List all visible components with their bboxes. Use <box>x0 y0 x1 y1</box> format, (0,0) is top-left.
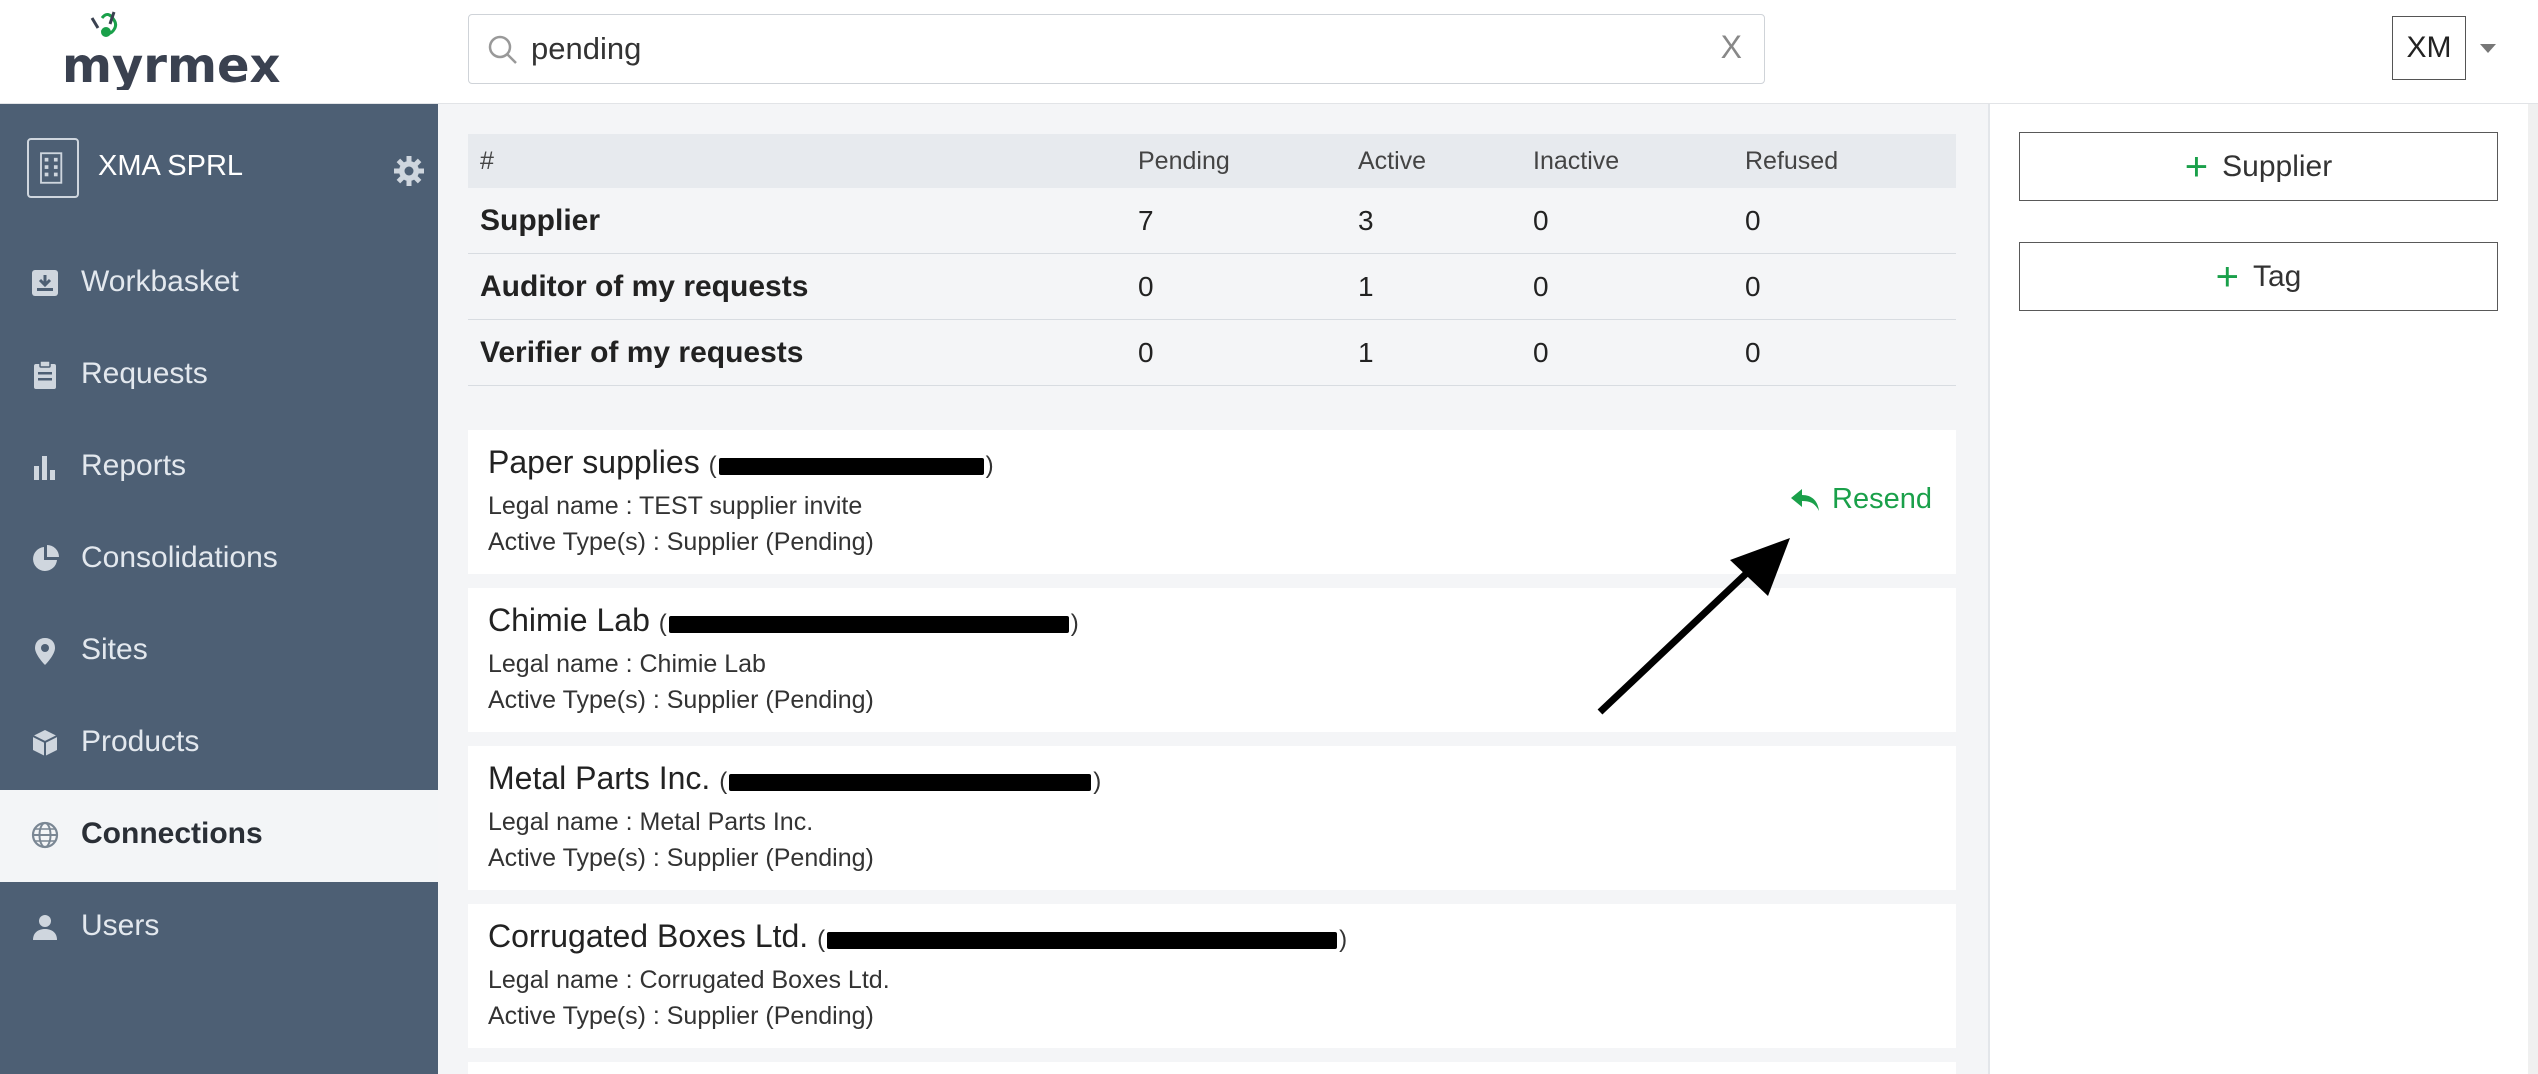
connection-active-types: Active Type(s) : Supplier (Pending) <box>488 1002 874 1030</box>
column-header: Inactive <box>1533 134 1745 188</box>
connection-card[interactable]: Corrugated Boxes Ltd. () Legal name : Co… <box>468 904 1956 1048</box>
connection-card[interactable]: Metal Parts Inc. () Legal name : Metal P… <box>468 746 1956 890</box>
plus-icon: + <box>2215 254 2239 299</box>
building-icon <box>27 138 79 198</box>
organization-name: XMA SPRL <box>98 150 244 182</box>
sidebar-item-label: Reports <box>81 449 187 482</box>
sidebar-item-label: Workbasket <box>81 265 239 298</box>
table-row: Supplier 7 3 0 0 <box>468 188 1956 254</box>
search-icon <box>488 35 517 64</box>
map-pin-icon <box>35 638 55 665</box>
sidebar-item-requests[interactable]: Requests <box>0 330 438 422</box>
sidebar-item-consolidations[interactable]: Consolidations <box>0 514 438 606</box>
cell-pending[interactable]: 0 <box>1138 253 1358 320</box>
cell-pending[interactable]: 0 <box>1138 319 1358 386</box>
plus-icon: + <box>2184 144 2209 189</box>
cell-pending[interactable]: 7 <box>1138 188 1358 254</box>
sidebar-item-label: Consolidations <box>81 541 278 574</box>
redacted-email <box>827 932 1338 950</box>
add-supplier-label: Supplier <box>2222 149 2333 183</box>
annotation-arrow <box>1597 538 1790 715</box>
connection-card[interactable] <box>468 1062 1956 1074</box>
connection-legal-name: Legal name : Metal Parts Inc. <box>488 808 814 836</box>
sidebar-item-label: Products <box>81 725 200 758</box>
globe-icon <box>31 821 59 849</box>
connection-legal-name: Legal name : Chimie Lab <box>488 650 766 678</box>
sidebar-item-sites[interactable]: Sites <box>0 606 438 698</box>
redacted-email <box>729 774 1092 792</box>
sidebar: XMA SPRL Workbasket Requests Reports Con… <box>0 104 438 1074</box>
cell-active[interactable]: 3 <box>1358 188 1533 254</box>
column-divider <box>1988 104 1990 1074</box>
row-label: Verifier of my requests <box>468 319 1138 386</box>
sidebar-item-users[interactable]: Users <box>0 882 438 974</box>
cell-inactive[interactable]: 0 <box>1533 188 1745 254</box>
inbox-download-icon <box>32 270 58 296</box>
connection-title: Paper supplies () <box>488 444 994 480</box>
row-label: Supplier <box>468 188 1138 254</box>
connection-active-types: Active Type(s) : Supplier (Pending) <box>488 528 874 556</box>
connection-title: Corrugated Boxes Ltd. () <box>488 918 1348 954</box>
sidebar-item-label: Connections <box>81 817 263 850</box>
user-icon <box>33 915 57 940</box>
search-box[interactable]: X <box>468 14 1765 84</box>
table-row: Auditor of my requests 0 1 0 0 <box>468 253 1956 320</box>
box-icon <box>32 730 58 756</box>
organization-header: XMA SPRL <box>0 104 438 236</box>
column-header: Active <box>1358 134 1533 188</box>
sidebar-item-workbasket[interactable]: Workbasket <box>0 238 438 330</box>
cell-inactive[interactable]: 0 <box>1533 319 1745 386</box>
connection-legal-name: Legal name : Corrugated Boxes Ltd. <box>488 966 890 994</box>
cell-active[interactable]: 1 <box>1358 319 1533 386</box>
table-row: Verifier of my requests 0 1 0 0 <box>468 319 1956 386</box>
reply-icon <box>1791 488 1820 511</box>
column-header: # <box>468 134 1138 188</box>
cell-refused[interactable]: 0 <box>1745 253 1956 320</box>
connection-title: Metal Parts Inc. () <box>488 760 1102 796</box>
column-header: Refused <box>1745 134 1956 188</box>
connection-name[interactable]: Metal Parts Inc. <box>488 760 710 796</box>
connection-active-types: Active Type(s) : Supplier (Pending) <box>488 844 874 872</box>
add-tag-label: Tag <box>2252 259 2302 293</box>
bar-chart-icon <box>34 456 55 480</box>
add-tag-button[interactable]: + Tag <box>2019 242 2498 311</box>
clear-search-button[interactable]: X <box>1721 29 1742 66</box>
connections-summary-table: # Pending Active Inactive Refused Suppli… <box>468 134 1956 386</box>
brand-wordmark: myrmex <box>62 38 281 90</box>
sidebar-item-label: Users <box>81 909 160 942</box>
caret-down-icon[interactable] <box>2480 44 2496 53</box>
sidebar-item-connections[interactable]: Connections <box>0 790 438 882</box>
connection-name[interactable]: Paper supplies <box>488 444 700 480</box>
connection-name[interactable]: Chimie Lab <box>488 602 650 638</box>
myrmex-logo[interactable]: myrmex <box>62 8 322 90</box>
resend-button[interactable]: Resend <box>1790 483 1932 516</box>
cell-inactive[interactable]: 0 <box>1533 253 1745 320</box>
row-label: Auditor of my requests <box>468 253 1138 320</box>
sidebar-item-reports[interactable]: Reports <box>0 422 438 514</box>
connection-title: Chimie Lab () <box>488 602 1079 638</box>
connection-name[interactable]: Corrugated Boxes Ltd. <box>488 918 808 954</box>
gear-icon[interactable] <box>392 154 426 188</box>
table-header-row: # Pending Active Inactive Refused <box>468 134 1956 188</box>
redacted-email <box>718 458 984 476</box>
add-supplier-button[interactable]: + Supplier <box>2019 132 2498 201</box>
sidebar-item-label: Sites <box>81 633 148 666</box>
cell-refused[interactable]: 0 <box>1745 319 1956 386</box>
redacted-email <box>668 616 1069 634</box>
user-menu-button[interactable]: XM <box>2392 16 2466 80</box>
top-bar: myrmex X XM <box>0 0 2538 104</box>
cell-refused[interactable]: 0 <box>1745 188 1956 254</box>
clipboard-icon <box>34 360 56 389</box>
sidebar-item-label: Requests <box>81 357 208 390</box>
connection-active-types: Active Type(s) : Supplier (Pending) <box>488 686 874 714</box>
sidebar-item-products[interactable]: Products <box>0 698 438 790</box>
cell-active[interactable]: 1 <box>1358 253 1533 320</box>
column-header: Pending <box>1138 134 1358 188</box>
search-input[interactable] <box>531 29 1631 69</box>
pie-chart-icon <box>33 545 59 571</box>
resend-label: Resend <box>1832 483 1932 515</box>
vertical-scrollbar[interactable] <box>2528 104 2538 1074</box>
connection-legal-name: Legal name : TEST supplier invite <box>488 492 863 520</box>
